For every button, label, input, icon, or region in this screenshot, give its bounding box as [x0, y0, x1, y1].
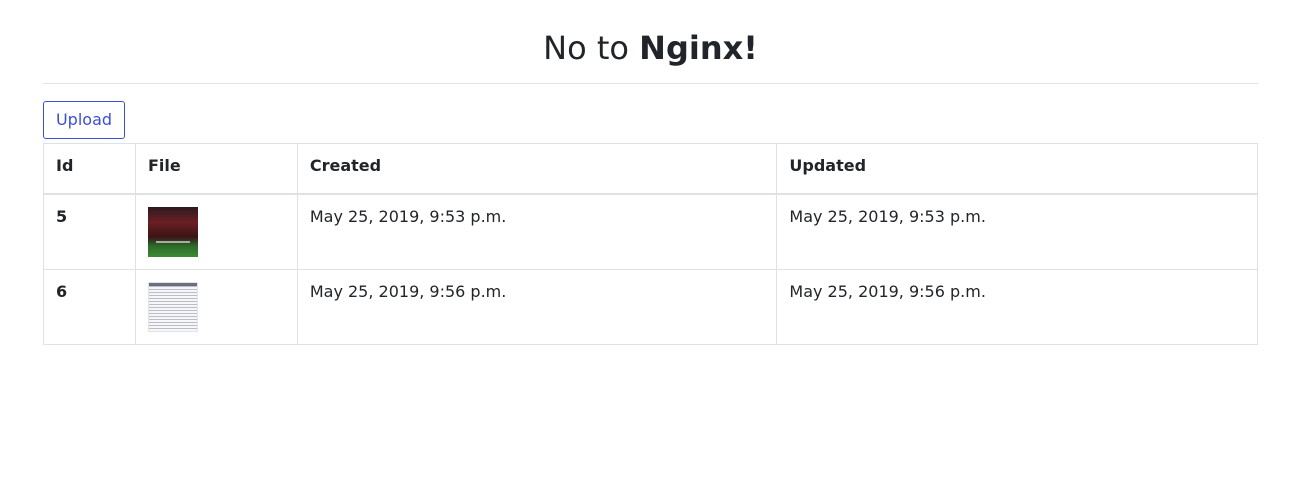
row-updated: May 25, 2019, 9:56 p.m. — [776, 268, 1258, 345]
row-id: 5 — [43, 193, 136, 270]
row-id: 6 — [43, 268, 136, 345]
column-header-id: Id — [43, 143, 136, 195]
column-header-file: File — [134, 143, 298, 195]
row-file — [134, 268, 298, 345]
image-thumbnail[interactable] — [147, 206, 198, 257]
page-title-bold: Nginx! — [639, 29, 758, 67]
main-container: No to Nginx! Upload Id File Created Upda… — [43, 0, 1258, 345]
table-row: 5 May 25, 2019, 9:53 p.m. May 25, 2019, … — [43, 193, 1258, 270]
row-file — [134, 193, 298, 270]
table-row: 6 May 25, 2019, 9:56 p.m. May 25, 2019, … — [43, 268, 1258, 345]
column-header-updated: Updated — [776, 143, 1258, 195]
page-title: No to Nginx! — [43, 0, 1258, 84]
column-header-created: Created — [296, 143, 778, 195]
files-table: Id File Created Updated 5 May 25, 2019, … — [43, 143, 1258, 345]
document-thumbnail[interactable] — [147, 281, 198, 332]
row-updated: May 25, 2019, 9:53 p.m. — [776, 193, 1258, 270]
page-title-prefix: No to — [543, 29, 629, 67]
table-header-row: Id File Created Updated — [43, 143, 1258, 195]
upload-button[interactable]: Upload — [43, 101, 125, 139]
row-created: May 25, 2019, 9:56 p.m. — [296, 268, 778, 345]
row-created: May 25, 2019, 9:53 p.m. — [296, 193, 778, 270]
